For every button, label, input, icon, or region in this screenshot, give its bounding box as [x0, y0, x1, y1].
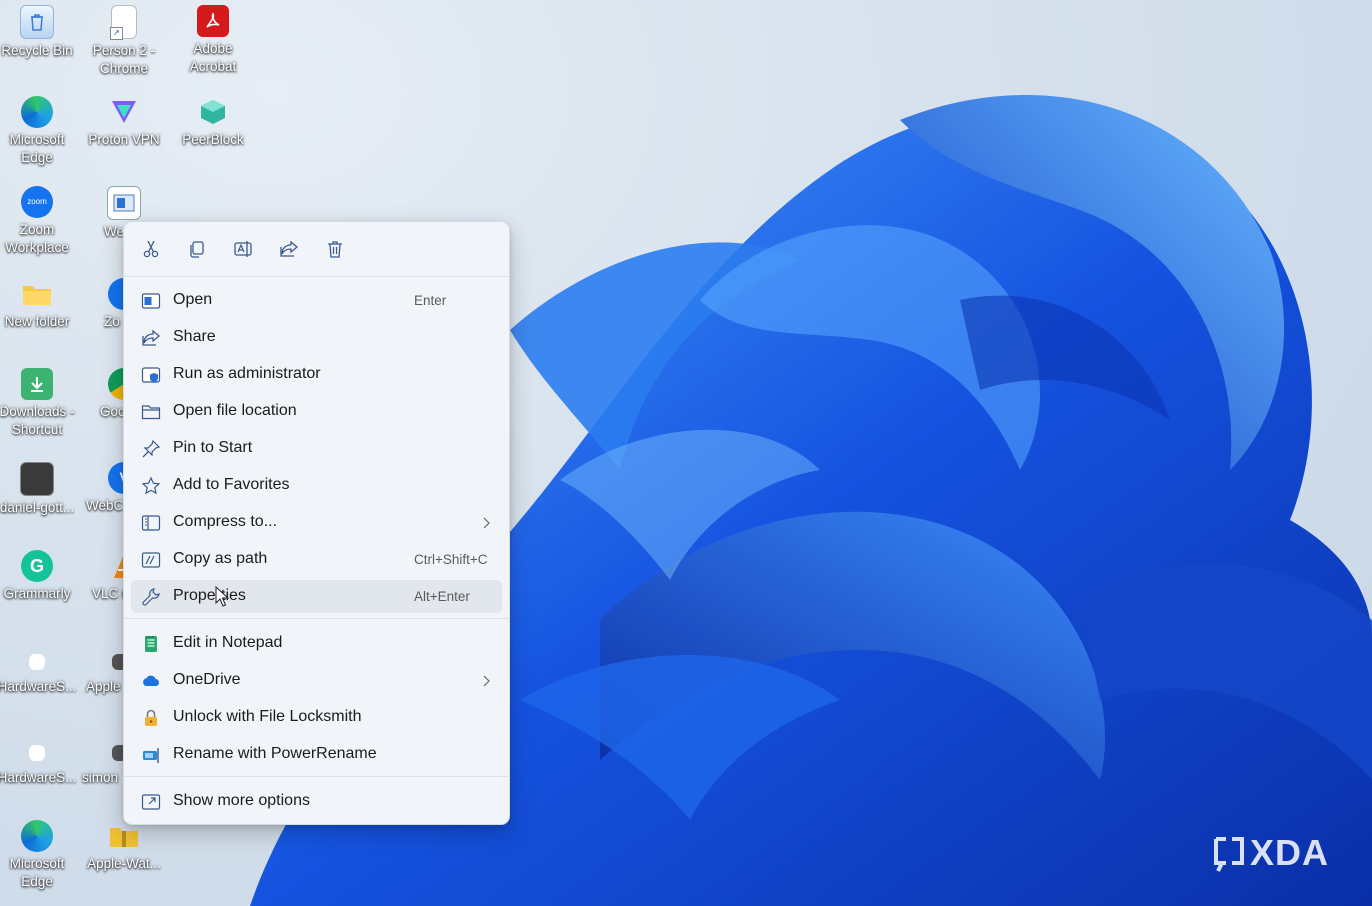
quick-actions-bar	[124, 222, 509, 277]
menu-item-properties[interactable]: Properties Alt+Enter	[131, 580, 502, 613]
cloud-icon	[143, 675, 159, 686]
menu-item-share[interactable]: Share	[131, 321, 502, 354]
menu-item-copy-as-path[interactable]: Copy as path Ctrl+Shift+C	[131, 543, 502, 576]
shield-icon	[141, 367, 161, 383]
xda-watermark: XDA	[1212, 832, 1329, 874]
context-menu: Open Enter Share Run as administrator Op…	[123, 221, 510, 825]
share-icon	[280, 240, 299, 257]
open-window-icon	[141, 293, 161, 309]
menu-item-show-more-options[interactable]: Show more options	[131, 785, 502, 818]
cut-button[interactable]	[135, 234, 167, 264]
menu-item-pin-to-start[interactable]: Pin to Start	[131, 432, 502, 465]
trash-icon	[328, 241, 342, 258]
desktop-icon-recycle-bin[interactable]: Recycle Bin	[0, 5, 79, 60]
copy-button[interactable]	[181, 234, 213, 264]
folder-outline-icon	[141, 405, 161, 420]
desktop-icon-peerblock[interactable]: PeerBlock	[171, 96, 255, 149]
mouse-cursor-icon	[215, 586, 229, 607]
proton-vpn-icon	[108, 96, 140, 128]
xda-logo-icon	[1214, 837, 1244, 872]
desktop-icon-daniel-gott[interactable]: daniel-gott...	[0, 462, 79, 517]
edge-icon	[21, 96, 53, 128]
grammarly-icon: G	[21, 550, 53, 582]
path-icon	[141, 552, 161, 568]
desktop-icon-downloads-shortcut[interactable]: Downloads - Shortcut	[0, 368, 79, 439]
image-file-icon	[20, 462, 54, 496]
zip-icon	[141, 515, 161, 531]
blank-file-icon	[29, 654, 45, 670]
folder-icon	[21, 278, 53, 310]
desktop-icon-zoom-workplace[interactable]: zoom Zoom Workplace	[0, 186, 79, 257]
share-icon	[142, 329, 161, 346]
menu-item-edit-in-notepad[interactable]: Edit in Notepad	[131, 627, 502, 660]
menu-item-compress-to[interactable]: Compress to...	[131, 506, 502, 539]
chevron-right-icon	[483, 675, 490, 687]
menu-item-add-to-favorites[interactable]: Add to Favorites	[131, 469, 502, 502]
acrobat-icon	[197, 5, 229, 37]
desktop-icon-new-folder[interactable]: New folder	[0, 278, 79, 331]
delete-button[interactable]	[319, 234, 351, 264]
edge-icon	[21, 820, 53, 852]
scissors-icon	[143, 240, 159, 258]
menu-item-onedrive[interactable]: OneDrive	[131, 664, 502, 697]
shortcut-arrow-icon: ↗	[110, 27, 123, 40]
desktop-icon-microsoft-edge[interactable]: Microsoft Edge	[0, 96, 79, 167]
menu-separator	[124, 776, 509, 777]
zoom-icon: zoom	[21, 186, 53, 218]
share-quick-button[interactable]	[273, 234, 305, 264]
desktop-icon-adobe-acrobat[interactable]: Adobe Acrobat	[171, 5, 255, 76]
desktop-icon-person2-chrome[interactable]: ↗ Person 2 - Chrome	[82, 5, 166, 78]
document-icon: ↗	[110, 5, 137, 40]
rename-button[interactable]	[227, 234, 259, 264]
desktop-icon-proton-vpn[interactable]: Proton VPN	[82, 96, 166, 149]
copy-icon	[190, 241, 204, 258]
desktop-icon-hardwares-2[interactable]: HardwareS...	[0, 741, 79, 787]
menu-item-run-as-administrator[interactable]: Run as administrator	[131, 358, 502, 391]
menu-item-power-rename[interactable]: Rename with PowerRename	[131, 738, 502, 771]
desktop-icon-apple-wat[interactable]: Apple-Wat...	[82, 820, 166, 873]
desktop-icon-grammarly[interactable]: G Grammarly	[0, 550, 79, 603]
rename-icon	[234, 241, 252, 257]
power-rename-icon	[143, 748, 159, 763]
desktop-icon-hardwares-1[interactable]: HardwareS...	[0, 650, 79, 696]
downloads-icon	[21, 368, 53, 400]
desktop-icon-microsoft-edge-2[interactable]: Microsoft Edge	[0, 820, 79, 891]
blank-file-icon	[29, 745, 45, 761]
notepad-icon	[145, 636, 157, 652]
menu-item-unlock-file-locksmith[interactable]: Unlock with File Locksmith	[131, 701, 502, 734]
menu-item-open[interactable]: Open Enter	[131, 284, 502, 317]
recycle-bin-icon	[20, 5, 54, 39]
menu-separator	[124, 618, 509, 619]
expand-icon	[141, 794, 161, 810]
star-icon	[141, 476, 161, 495]
app-window-icon	[107, 186, 141, 220]
peerblock-icon	[197, 96, 229, 128]
lock-icon	[145, 709, 157, 726]
pin-icon	[142, 439, 161, 458]
chevron-right-icon	[483, 517, 490, 529]
wrench-icon	[142, 588, 160, 606]
menu-item-open-file-location[interactable]: Open file location	[131, 395, 502, 428]
